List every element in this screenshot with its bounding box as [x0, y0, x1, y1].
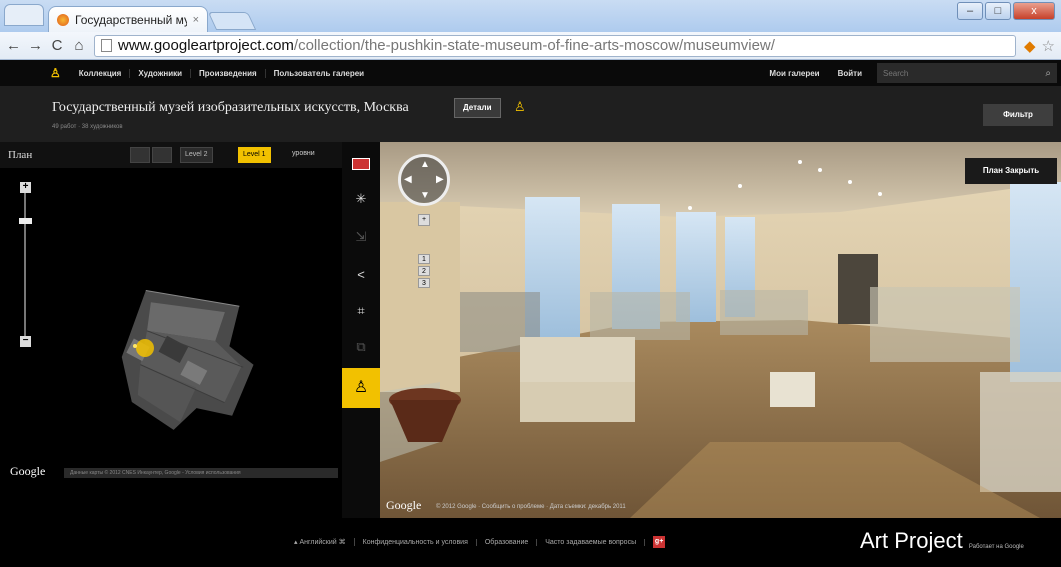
street-view-attribution[interactable]: © 2012 Google · Сообщить о проблеме · Да…	[436, 504, 626, 510]
floor-plan-title: План	[8, 149, 33, 161]
details-button[interactable]: Детали	[454, 98, 501, 118]
filter-button[interactable]: Фильтр	[983, 104, 1053, 126]
language-label: Английский	[299, 539, 337, 546]
google-logo: Google	[10, 464, 46, 478]
new-tab-button[interactable]	[207, 12, 257, 30]
plan-zoom-slider-handle[interactable]	[19, 218, 32, 224]
expand-icon[interactable]: ⌗	[342, 296, 380, 326]
close-window-button[interactable]: x	[1013, 2, 1055, 20]
move-icon: ⇲	[355, 229, 367, 244]
search-icon[interactable]: ⌕	[1045, 68, 1051, 79]
login-link[interactable]: Войти	[829, 69, 871, 78]
my-galleries-link[interactable]: Мои галереи	[760, 69, 828, 78]
browser-toolbar: ← → C ⌂ www.googleartproject.com/collect…	[0, 32, 1061, 60]
nav-artworks[interactable]: Произведения	[191, 68, 266, 78]
bookmark-star-icon[interactable]: ☆	[1042, 37, 1055, 55]
pegman-street-view-icon[interactable]: ♙	[342, 368, 380, 408]
gallery-thumbnail-icon	[352, 157, 370, 170]
pan-left-icon[interactable]: ◀	[404, 174, 412, 185]
brand-tagline: Работает на Google	[968, 544, 1024, 550]
site-navbar: ♙ Коллекция Художники Произведения Польз…	[0, 60, 1061, 86]
floor-plan-map[interactable]	[0, 168, 342, 518]
url-path: /collection/the-pushkin-state-museum-of-…	[293, 37, 775, 54]
pan-right-icon[interactable]: ▶	[436, 174, 444, 185]
brand-name: Art Project	[860, 528, 963, 553]
floor-plan-panel: План Level 2 Level 1 уровни + − Google Д…	[0, 142, 342, 518]
zoom-level-1[interactable]: 1	[418, 254, 430, 264]
tool-strip: ✳ ⇲ < ⌗ ⧉ ♙	[342, 142, 380, 518]
reload-icon[interactable]: C	[50, 37, 64, 54]
pegman-icon[interactable]: ♙	[514, 99, 526, 115]
level-2-button[interactable]: Level 2	[180, 147, 213, 163]
copy-icon: ⧉	[356, 339, 366, 354]
close-plan-button[interactable]: План Закрыть	[965, 158, 1057, 184]
omnibox-actions: ◆ ☆	[1024, 37, 1055, 55]
levels-label: уровни	[292, 150, 315, 157]
nav-collection[interactable]: Коллекция	[71, 68, 131, 78]
footer-links: ▴ Английский ⌘ Конфиденциальность и усло…	[286, 536, 666, 548]
pan-down-icon[interactable]: ▼	[420, 190, 430, 201]
extension-icon[interactable]: ◆	[1024, 37, 1036, 55]
search-input[interactable]: Search ⌕	[877, 63, 1057, 83]
profile-corner	[4, 4, 44, 26]
plan-zoom-in-button[interactable]: +	[20, 182, 31, 193]
google-plus-icon[interactable]: g+	[653, 536, 666, 548]
footer-link-faq[interactable]: Часто задаваемые вопросы	[537, 538, 646, 546]
fullscreen-icon[interactable]: ✳	[342, 184, 380, 214]
home-icon[interactable]: ⌂	[72, 37, 86, 54]
art-project-logo-icon[interactable]: ♙	[50, 66, 61, 80]
level-swatch	[130, 147, 150, 163]
nav-artists[interactable]: Художники	[130, 68, 192, 78]
zoom-level-2[interactable]: 2	[418, 266, 430, 276]
site-favicon-icon	[57, 13, 69, 26]
footer-link-privacy[interactable]: Конфиденциальность и условия	[355, 538, 477, 546]
maximize-button[interactable]: □	[985, 2, 1011, 20]
level-swatch	[152, 147, 172, 163]
navbar-right: Мои галереи Войти Search ⌕	[760, 60, 1061, 86]
address-bar[interactable]: www.googleartproject.com/collection/the-…	[94, 34, 1016, 57]
url-host: www.googleartproject.com	[118, 37, 294, 54]
back-icon[interactable]: ←	[6, 37, 21, 54]
plan-zoom-out-button[interactable]: −	[20, 336, 31, 347]
browser-tab[interactable]: Государственный му ×	[48, 6, 208, 32]
map-attribution[interactable]: Данные карты © 2012 CNES Инкаунтер, Goog…	[64, 468, 338, 478]
browser-titlebar: Государственный му × – □ x	[0, 0, 1061, 32]
site-footer: ▴ Английский ⌘ Конфиденциальность и усло…	[0, 518, 1061, 567]
google-logo: Google	[386, 498, 422, 512]
art-project-brand: Art Project Работает на Google	[860, 528, 1024, 554]
language-selector[interactable]: ▴ Английский ⌘	[286, 538, 355, 546]
museum-hall-image	[380, 142, 1061, 518]
pan-up-icon[interactable]: ▲	[420, 159, 430, 170]
window-controls: – □ x	[957, 2, 1055, 20]
tab-close-icon[interactable]: ×	[193, 14, 199, 26]
pan-control[interactable]: ▲ ▼ ◀ ▶	[398, 154, 450, 206]
zoom-level-3[interactable]: 3	[418, 278, 430, 288]
museum-header: Государственный музей изобразительных ис…	[0, 86, 1061, 142]
forward-icon[interactable]: →	[28, 37, 43, 54]
street-view-panorama[interactable]: ▲ ▼ ◀ ▶ + 1 2 3 План Закрыть Google © 20…	[380, 142, 1061, 518]
level-1-button[interactable]: Level 1	[238, 147, 271, 163]
museum-stats: 49 работ · 38 художников	[52, 124, 123, 130]
museum-title: Государственный музей изобразительных ис…	[52, 100, 409, 115]
search-placeholder: Search	[883, 68, 909, 78]
zoom-in-button[interactable]: +	[418, 214, 430, 226]
minimize-button[interactable]: –	[957, 2, 983, 20]
tab-title: Государственный му	[75, 12, 187, 27]
page-icon	[101, 39, 112, 52]
plan-zoom-track[interactable]	[24, 182, 26, 342]
share-icon[interactable]: <	[342, 260, 380, 290]
footer-link-education[interactable]: Образование	[477, 538, 538, 546]
floor-plan-header: План Level 2 Level 1 уровни	[0, 142, 342, 168]
gallery-thumbnail-button[interactable]	[342, 148, 380, 178]
nav-user-galleries[interactable]: Пользователь галереи	[266, 69, 372, 78]
